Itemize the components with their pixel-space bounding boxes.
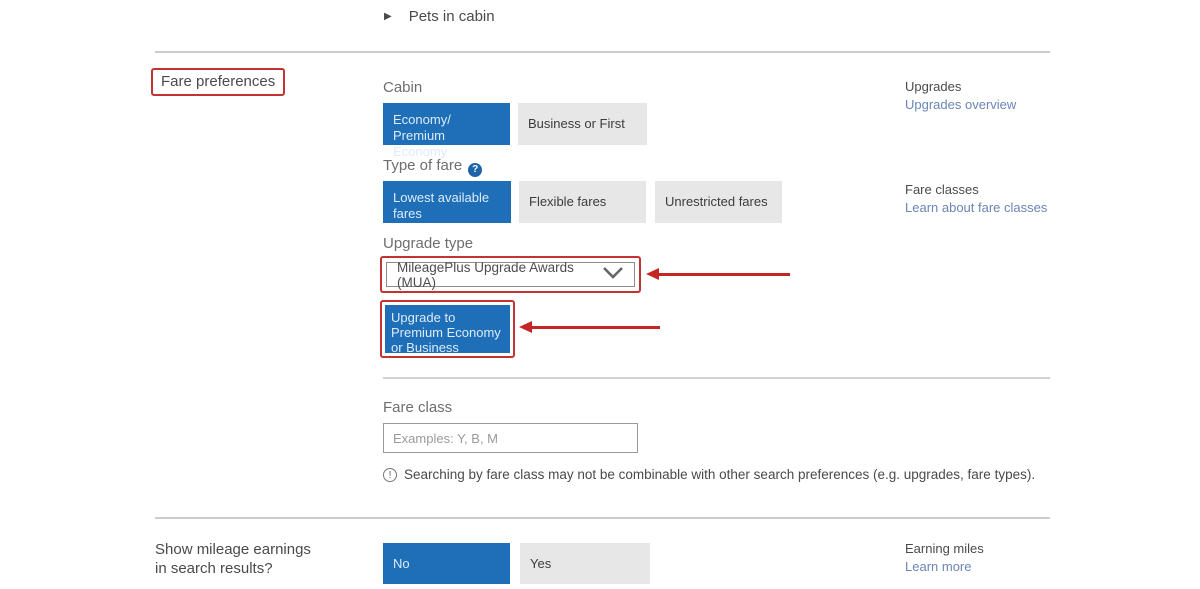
aside-upgrades: Upgrades Upgrades overview	[905, 79, 1016, 114]
question-mark-icon[interactable]: ?	[468, 163, 482, 177]
mileage-earnings-question: Show mileage earnings in search results?	[155, 540, 311, 578]
cabin-option-business-or-first[interactable]: Business or First	[518, 103, 647, 145]
aside-earning-miles: Earning miles Learn more	[905, 541, 984, 576]
fare-preferences-page: ▶ Pets in cabin Fare preferences Cabin E…	[0, 0, 1200, 589]
caret-right-icon: ▶	[384, 11, 392, 22]
earning-miles-learn-more-link[interactable]: Learn more	[905, 559, 971, 574]
cabin-option-economy-premium-economy[interactable]: Economy/ Premium Economy	[383, 103, 510, 145]
arrow-line	[532, 326, 660, 329]
fare-type-option-unrestricted[interactable]: Unrestricted fares	[655, 181, 782, 223]
upgrade-to-premium-economy-or-business-button[interactable]: Upgrade to Premium Economy or Business	[385, 305, 510, 353]
arrow-head-icon	[519, 321, 532, 333]
upgrade-type-dropdown-value: MileagePlus Upgrade Awards (MUA)	[397, 260, 602, 290]
aside-fare-classes: Fare classes Learn about fare classes	[905, 182, 1047, 217]
section-divider	[155, 51, 1050, 53]
fare-class-note-row: ! Searching by fare class may not be com…	[383, 467, 1035, 482]
upgrade-type-dropdown[interactable]: MileagePlus Upgrade Awards (MUA)	[386, 262, 635, 287]
mileage-earnings-option-no[interactable]: No	[383, 543, 510, 584]
fare-class-note-text: Searching by fare class may not be combi…	[404, 467, 1035, 482]
fare-type-option-lowest-available[interactable]: Lowest available fares	[383, 181, 511, 223]
type-of-fare-label-text: Type of fare	[383, 157, 462, 174]
fare-class-input[interactable]	[383, 423, 638, 453]
upgrades-overview-link[interactable]: Upgrades overview	[905, 97, 1016, 112]
aside-fare-classes-title: Fare classes	[905, 182, 1047, 197]
pets-in-cabin-toggle[interactable]: ▶ Pets in cabin	[384, 8, 495, 25]
learn-about-fare-classes-link[interactable]: Learn about fare classes	[905, 200, 1047, 215]
chevron-down-icon	[602, 266, 624, 284]
annotation-box-fare-preferences: Fare preferences	[151, 68, 285, 96]
section-divider	[383, 377, 1050, 379]
section-divider	[155, 517, 1050, 519]
annotation-arrow-upgrade-button	[519, 321, 660, 333]
aside-upgrades-title: Upgrades	[905, 79, 1016, 94]
arrow-head-icon	[646, 268, 659, 280]
upgrade-type-label: Upgrade type	[383, 235, 473, 252]
fare-class-label: Fare class	[383, 399, 452, 416]
annotation-arrow-dropdown	[646, 268, 790, 280]
section-title-fare-preferences: Fare preferences	[161, 73, 275, 90]
pets-in-cabin-label: Pets in cabin	[409, 8, 495, 25]
annotation-box-upgrade-button: Upgrade to Premium Economy or Business	[380, 300, 515, 358]
arrow-line	[659, 273, 790, 276]
type-of-fare-label: Type of fare?	[383, 157, 482, 177]
aside-earning-miles-title: Earning miles	[905, 541, 984, 556]
mileage-earnings-option-yes[interactable]: Yes	[520, 543, 650, 584]
annotation-box-upgrade-dropdown: MileagePlus Upgrade Awards (MUA)	[380, 256, 641, 293]
info-icon: !	[383, 468, 397, 482]
fare-type-option-flexible[interactable]: Flexible fares	[519, 181, 646, 223]
cabin-label: Cabin	[383, 79, 422, 96]
